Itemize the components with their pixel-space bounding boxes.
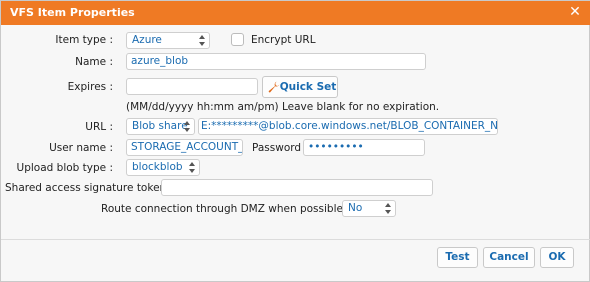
footer-divider [1, 239, 590, 240]
sas-token-label: Shared access signature token : [5, 182, 174, 194]
item-type-value: Azure [132, 34, 162, 46]
title-bar: VFS Item Properties ✕ [1, 1, 590, 25]
password-label: Password : [252, 142, 308, 154]
dmz-select[interactable]: No [342, 200, 396, 217]
upload-blob-type-label: Upload blob type : [16, 162, 113, 174]
item-type-select[interactable]: Azure [126, 32, 210, 49]
quick-set-label: Quick Set [279, 81, 337, 93]
encrypt-url-label: Encrypt URL [251, 34, 316, 46]
wrench-icon [268, 81, 280, 93]
vfs-item-properties-dialog: VFS Item Properties ✕ Item type : Azure … [0, 0, 590, 282]
user-name-label: User name : [49, 142, 113, 154]
sas-token-input[interactable] [161, 179, 433, 196]
expires-hint: (MM/dd/yyyy hh:mm am/pm) Leave blank for… [126, 101, 440, 113]
test-button[interactable]: Test [437, 247, 478, 268]
close-icon[interactable]: ✕ [568, 4, 582, 20]
dialog-title: VFS Item Properties [10, 6, 135, 19]
item-type-label: Item type : [55, 34, 113, 46]
upload-blob-type-select[interactable]: blockblob [126, 159, 200, 176]
url-scheme-select[interactable]: Blob share [126, 118, 195, 135]
dmz-label: Route connection through DMZ when possib… [101, 203, 350, 215]
select-arrows-icon [385, 203, 391, 214]
quick-set-button[interactable]: Quick Set [262, 76, 338, 98]
url-scheme-value: Blob share [132, 120, 188, 132]
expires-input[interactable] [126, 78, 258, 95]
dmz-value: No [348, 202, 363, 214]
expires-label: Expires : [67, 81, 113, 93]
encrypt-url-checkbox[interactable] [231, 33, 244, 46]
user-name-input[interactable]: STORAGE_ACCOUNT_NA [126, 139, 243, 156]
select-arrows-icon [199, 35, 205, 46]
ok-button[interactable]: OK [540, 247, 574, 268]
password-input[interactable]: ••••••••• [303, 139, 425, 156]
select-arrows-icon [184, 121, 190, 132]
name-label: Name : [75, 56, 113, 68]
cancel-button[interactable]: Cancel [483, 247, 535, 268]
name-input[interactable]: azure_blob [126, 53, 426, 70]
url-label: URL : [85, 121, 113, 133]
url-input[interactable]: E:*********@blob.core.windows.net/BLOB_C… [198, 118, 498, 135]
upload-blob-type-value: blockblob [132, 161, 183, 173]
select-arrows-icon [189, 162, 195, 173]
